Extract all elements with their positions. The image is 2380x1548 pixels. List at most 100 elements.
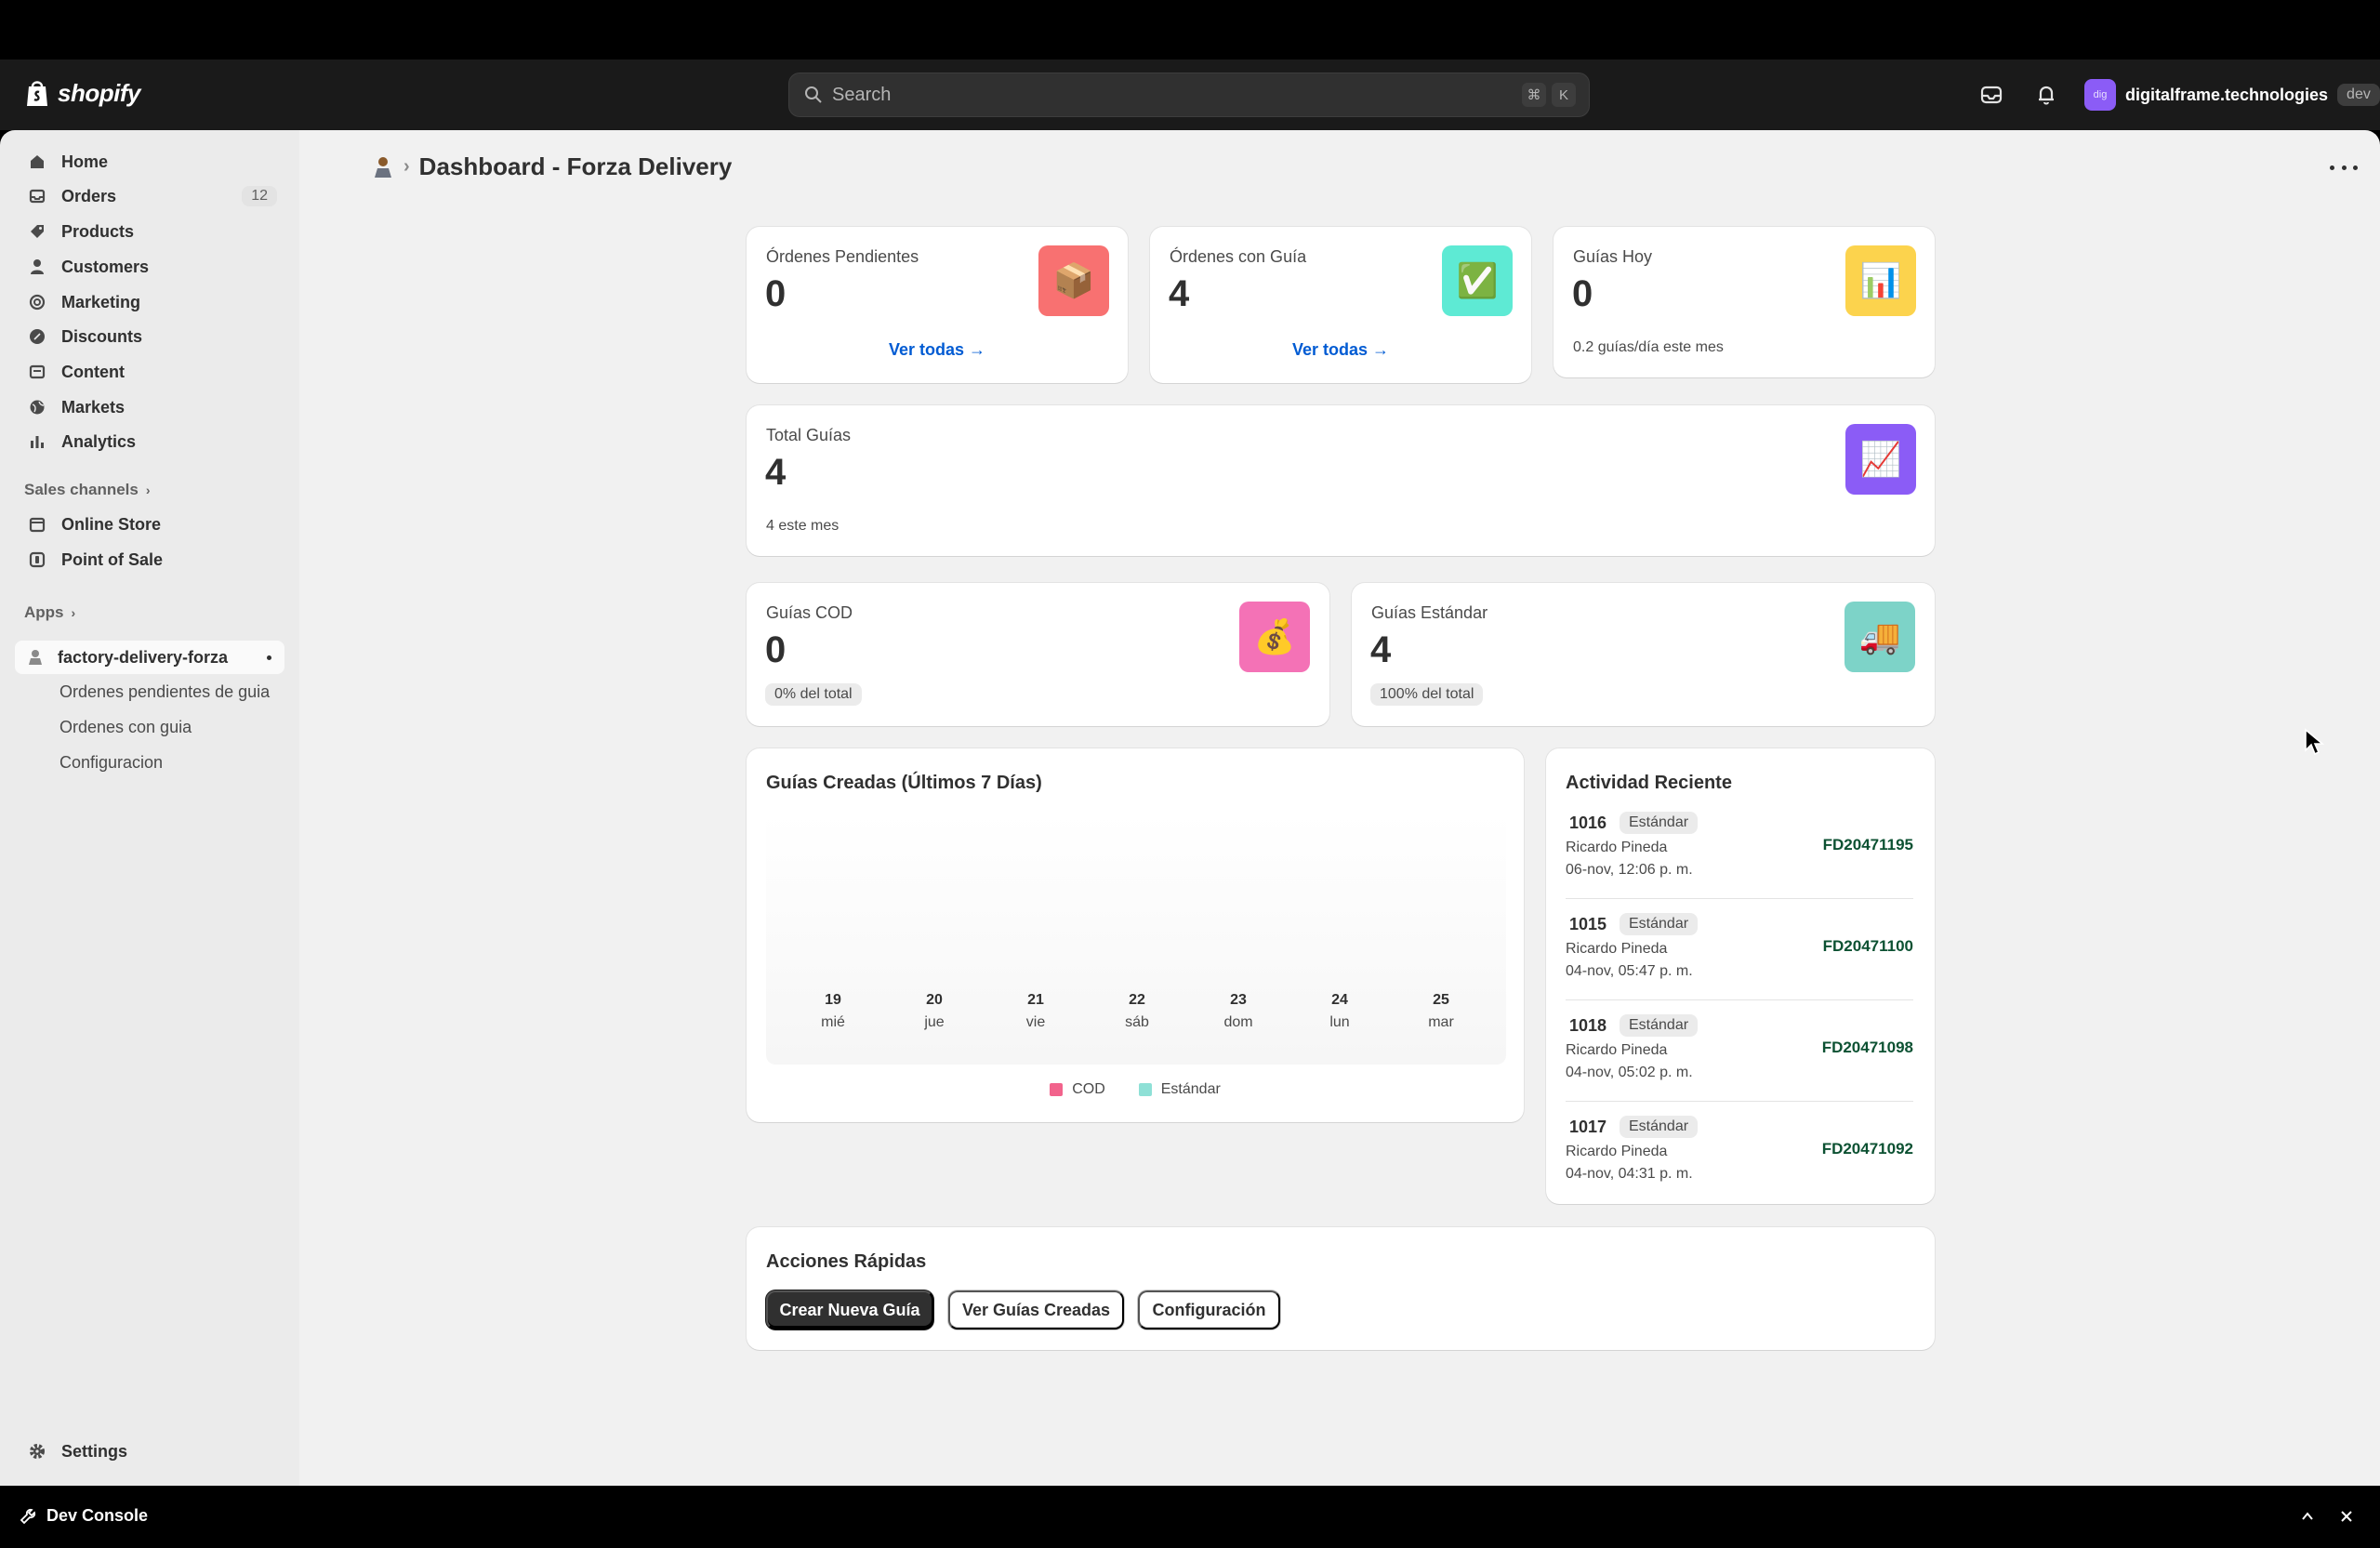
- dev-console-label: Dev Console: [46, 1506, 149, 1525]
- sidebar-item-customers[interactable]: Customers: [15, 250, 284, 284]
- command-key: ⌘: [1522, 83, 1546, 107]
- sidebar-item-settings[interactable]: Settings: [15, 1435, 284, 1468]
- settings-button[interactable]: Configuración: [1138, 1290, 1280, 1330]
- home-icon: [28, 152, 46, 171]
- list-item[interactable]: 1017 Estándar Ricardo Pineda 04-nov, 04:…: [1566, 1116, 1913, 1218]
- account-menu[interactable]: dig digitalframe.technologies dev: [2084, 79, 2380, 111]
- sidebar-item-label: Products: [61, 221, 135, 241]
- sidebar-item-point-of-sale[interactable]: Point of Sale: [15, 543, 284, 576]
- sidebar-item-marketing[interactable]: Marketing: [15, 285, 284, 319]
- search-shortcut: ⌘ K: [1522, 83, 1576, 107]
- ver-todas-link[interactable]: Ver todas →: [747, 340, 1128, 360]
- k-key: K: [1552, 83, 1576, 107]
- tick-weekday: vie: [1025, 1014, 1046, 1030]
- divider: [1566, 999, 1913, 1000]
- sidebar-subitem-ordenes-pendientes[interactable]: Ordenes pendientes de guia: [60, 682, 270, 702]
- brand-name: shopify: [58, 78, 140, 107]
- card-guias-cod: Guías COD 0 💰 0% del total: [747, 583, 1329, 726]
- sidebar-item-label: Customers: [61, 257, 150, 276]
- dev-console-toggle[interactable]: Dev Console: [19, 1506, 148, 1526]
- globe-icon: [28, 398, 46, 417]
- sidebar-item-content[interactable]: Content: [15, 355, 284, 389]
- sidebar-item-orders[interactable]: Orders 12: [15, 179, 284, 213]
- sidebar-item-factory-delivery-forza[interactable]: factory-delivery-forza: [15, 641, 284, 674]
- app-icon[interactable]: [372, 155, 394, 179]
- create-guide-button[interactable]: Crear Nueva Guía: [766, 1290, 933, 1330]
- close-icon[interactable]: [2338, 1508, 2355, 1525]
- avatar: dig: [2084, 79, 2116, 111]
- content-icon: [28, 363, 46, 381]
- sidebar-item-label: Content: [61, 362, 125, 381]
- shopify-bag-icon: [27, 81, 47, 106]
- timestamp: 04-nov, 05:02 p. m.: [1566, 1065, 1693, 1080]
- sidebar-item-products[interactable]: Products: [15, 215, 284, 248]
- sidebar-item-analytics[interactable]: Analytics: [15, 425, 284, 458]
- card-guias-hoy: Guías Hoy 0 📊 0.2 guías/día este mes: [1554, 227, 1935, 377]
- ver-todas-link[interactable]: Ver todas →: [1150, 340, 1531, 360]
- shipment-type-badge: Estándar: [1620, 812, 1699, 834]
- sidebar-item-label: Discounts: [61, 326, 143, 346]
- sidebar-item-discounts[interactable]: Discounts: [15, 320, 284, 353]
- shopify-logo[interactable]: shopify: [24, 78, 140, 108]
- card-value: 4: [1370, 629, 1392, 670]
- card-label: Guías Hoy: [1573, 247, 1653, 266]
- sales-channels-header[interactable]: Sales channels ›: [24, 481, 151, 499]
- chevron-right-icon: ›: [71, 605, 76, 620]
- card-label: Guías COD: [766, 603, 853, 622]
- tick-weekday: lun: [1329, 1014, 1350, 1030]
- chart-card: Guías Creadas (Últimos 7 Días) COD Estánd…: [747, 748, 1524, 1122]
- shipment-type-badge: Estándar: [1620, 913, 1699, 935]
- sidebar-item-home[interactable]: Home: [15, 145, 284, 179]
- chart-legend: COD Estándar: [747, 1081, 1524, 1098]
- order-number: 1018: [1569, 1016, 1607, 1035]
- tracking-code[interactable]: FD20471098: [1822, 1039, 1913, 1057]
- sidebar-subitem-configuracion[interactable]: Configuracion: [60, 753, 163, 773]
- tracking-code[interactable]: FD20471100: [1823, 937, 1913, 956]
- tracking-code[interactable]: FD20471195: [1823, 836, 1913, 854]
- sidebar-item-online-store[interactable]: Online Store: [15, 508, 284, 541]
- breadcrumb-separator: ›: [403, 156, 410, 177]
- active-dot: [267, 655, 271, 660]
- x-tick-label: 21 vie: [1008, 992, 1064, 1031]
- chevron-up-icon[interactable]: [2299, 1508, 2316, 1525]
- view-guides-button[interactable]: Ver Guías Creadas: [948, 1290, 1124, 1330]
- sidebar-subitem-ordenes-con-guia[interactable]: Ordenes con guia: [60, 718, 192, 737]
- legend-item: Estándar: [1138, 1081, 1221, 1098]
- inbox-icon[interactable]: [1978, 82, 2004, 108]
- chart-title: Guías Creadas (Últimos 7 Días): [766, 773, 1042, 793]
- tick-day: 24: [1331, 992, 1348, 1008]
- dev-badge: dev: [2337, 84, 2380, 106]
- timestamp: 04-nov, 05:47 p. m.: [1566, 963, 1693, 979]
- pos-icon: [28, 550, 46, 569]
- legend-label: COD: [1072, 1081, 1105, 1097]
- customer-name: Ricardo Pineda: [1566, 840, 1668, 855]
- search-input[interactable]: Search ⌘ K: [788, 73, 1590, 117]
- sidebar-item-markets[interactable]: Markets: [15, 390, 284, 424]
- more-actions-icon[interactable]: [2330, 156, 2358, 179]
- tracking-code[interactable]: FD20471092: [1822, 1140, 1913, 1158]
- sidebar-item-label: Point of Sale: [61, 549, 164, 569]
- x-tick-label: 25 mar: [1413, 992, 1469, 1031]
- card-total-guias: Total Guías 4 📈 4 este mes: [747, 405, 1935, 556]
- x-tick-label: 22 sáb: [1109, 992, 1165, 1031]
- mouse-cursor-icon: [2305, 728, 2324, 756]
- card-value: 4: [765, 452, 787, 493]
- x-tick-label: 20 jue: [906, 992, 962, 1031]
- tick-weekday: jue: [924, 1014, 945, 1030]
- orders-icon: [28, 187, 46, 205]
- order-number: 1017: [1569, 1118, 1607, 1136]
- timestamp: 04-nov, 04:31 p. m.: [1566, 1166, 1693, 1182]
- tick-weekday: sáb: [1125, 1014, 1149, 1030]
- shipment-type-badge: Estándar: [1620, 1116, 1699, 1138]
- bell-icon[interactable]: [2033, 82, 2059, 108]
- gear-icon: [28, 1442, 46, 1461]
- sidebar-item-label: Home: [61, 152, 109, 171]
- search-icon: [805, 86, 822, 103]
- customer-name: Ricardo Pineda: [1566, 1042, 1668, 1058]
- tick-weekday: dom: [1223, 1014, 1253, 1030]
- customer-name: Ricardo Pineda: [1566, 1144, 1668, 1159]
- apps-label: Apps: [24, 603, 64, 621]
- customer-name: Ricardo Pineda: [1566, 941, 1668, 957]
- app-icon: [26, 648, 45, 667]
- apps-header[interactable]: Apps ›: [24, 603, 75, 622]
